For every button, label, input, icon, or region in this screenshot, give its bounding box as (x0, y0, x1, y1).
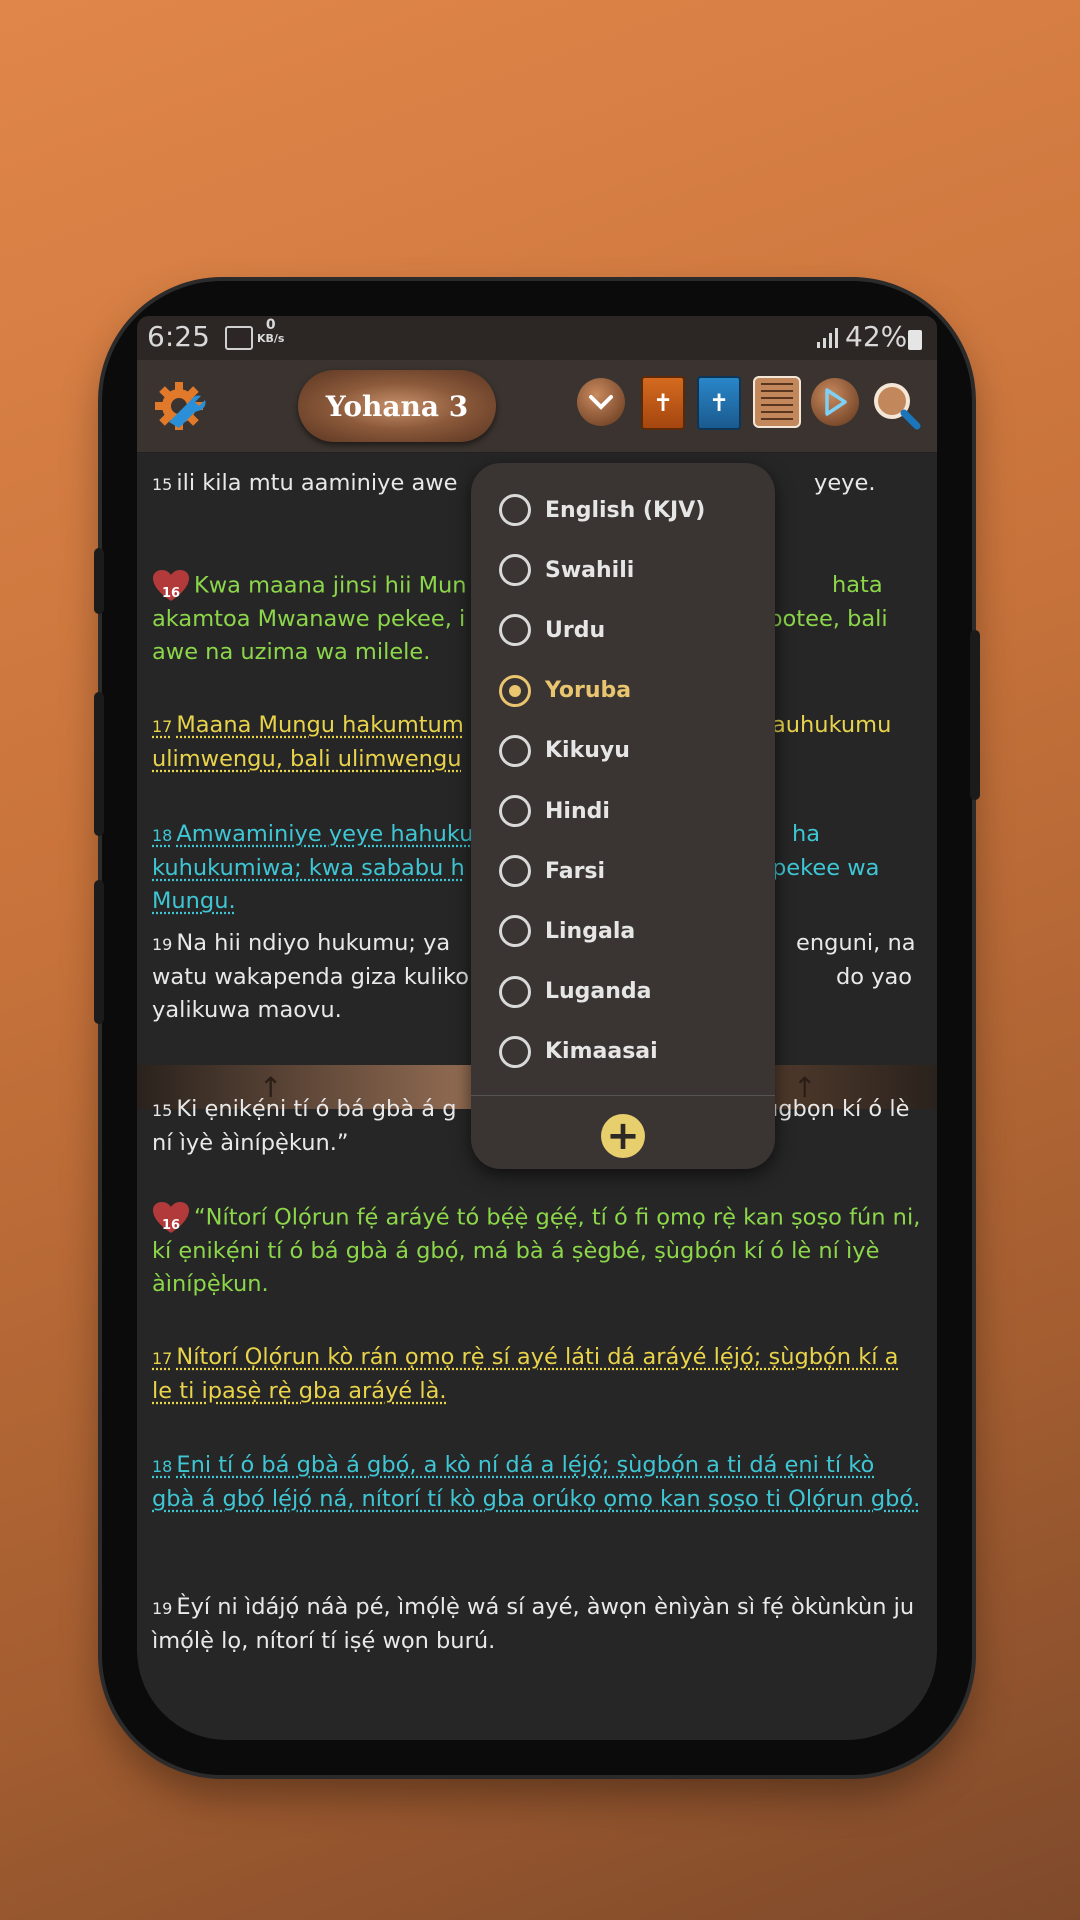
language-option-label: Swahili (545, 557, 635, 583)
radio-unselected-icon[interactable] (499, 1035, 531, 1068)
signal-icon (817, 328, 838, 348)
battery-icon (908, 330, 922, 350)
language-option[interactable]: Luganda (499, 969, 769, 1015)
verse-18-bottom[interactable]: 18 Ẹni tí ó bá gbà á gbọ́, a kò ní dá a l… (152, 1449, 922, 1516)
app-toolbar: Yohana 3 ✝ ✝ (137, 360, 937, 453)
image-icon (225, 326, 253, 350)
radio-selected-icon[interactable] (499, 674, 531, 707)
language-option-label: English (KJV) (545, 497, 706, 523)
radio-unselected-icon[interactable] (499, 855, 531, 888)
side-button (94, 692, 104, 836)
language-option-label: Hindi (545, 798, 610, 824)
favorite-heart-icon[interactable]: 16 (152, 569, 190, 603)
radio-unselected-icon[interactable] (499, 554, 531, 587)
chevron-down-icon (589, 395, 613, 410)
play-icon (825, 388, 847, 416)
chevron-down-button[interactable] (577, 378, 625, 426)
radio-unselected-icon[interactable] (499, 614, 531, 647)
add-language-button[interactable]: + (601, 1114, 645, 1158)
verse-17-bottom[interactable]: 17 Nítorí Ọlọ́run kò rán ọmọ rẹ̀ sí ayé l… (152, 1341, 922, 1408)
radio-unselected-icon[interactable] (499, 975, 531, 1008)
language-option-label: Yoruba (545, 678, 632, 704)
language-option-label: Farsi (545, 858, 606, 884)
chapter-title-button[interactable]: Yohana 3 (298, 370, 496, 442)
language-option[interactable]: English (KJV) (499, 487, 769, 533)
language-option[interactable]: Yoruba (499, 668, 769, 714)
language-option-label: Kimaasai (545, 1039, 658, 1065)
language-option[interactable]: Kikuyu (499, 728, 769, 774)
language-option-label: Lingala (545, 918, 636, 944)
favorite-heart-icon[interactable]: 16 (152, 1201, 190, 1235)
language-option-label: Kikuyu (545, 738, 630, 764)
side-button (94, 880, 104, 1024)
language-option[interactable]: Swahili (499, 547, 769, 593)
language-option-label: Urdu (545, 617, 606, 643)
dropdown-divider (471, 1095, 775, 1096)
radio-unselected-icon[interactable] (499, 494, 531, 526)
verse-19-bottom[interactable]: 19 Èyí ni ìdájọ́ náà pé, ìmọ́lẹ̀ wá sí ay… (152, 1591, 922, 1658)
radio-unselected-icon[interactable] (499, 915, 531, 948)
language-option-label: Luganda (545, 979, 652, 1005)
language-option[interactable]: Urdu (499, 607, 769, 653)
play-audio-button[interactable] (811, 378, 859, 426)
verse-16-bottom[interactable]: 16 “Nítorí Ọlọ́run fẹ́ aráyé tó bẹ́ẹ̀ gẹ… (152, 1201, 922, 1301)
new-testament-book-icon[interactable]: ✝ (697, 376, 741, 430)
language-dropdown: English (KJV) Swahili Urdu Yoruba Kikuyu Hind… (471, 463, 775, 1169)
language-option[interactable]: Kimaasai (499, 1029, 769, 1075)
language-option[interactable]: Lingala (499, 908, 769, 954)
status-time: 6:25 (147, 320, 210, 353)
app-screen: 6:25 0 KB/s 42% Yohana 3 ✝ ✝ 15 ili kila… (137, 316, 937, 1740)
settings-gear-icon[interactable] (151, 378, 207, 434)
radio-unselected-icon[interactable] (499, 795, 531, 827)
network-speed: 0 KB/s (257, 317, 285, 345)
search-icon[interactable] (871, 380, 921, 430)
chapter-list-icon[interactable] (753, 376, 801, 428)
radio-unselected-icon[interactable] (499, 734, 531, 767)
status-bar: 6:25 0 KB/s 42% (137, 316, 937, 360)
language-option[interactable]: Hindi (499, 788, 769, 834)
old-testament-book-icon[interactable]: ✝ (641, 376, 685, 430)
side-button (94, 548, 104, 614)
language-option[interactable]: Farsi (499, 848, 769, 894)
side-button (970, 630, 980, 800)
battery-level: 42% (845, 320, 908, 353)
